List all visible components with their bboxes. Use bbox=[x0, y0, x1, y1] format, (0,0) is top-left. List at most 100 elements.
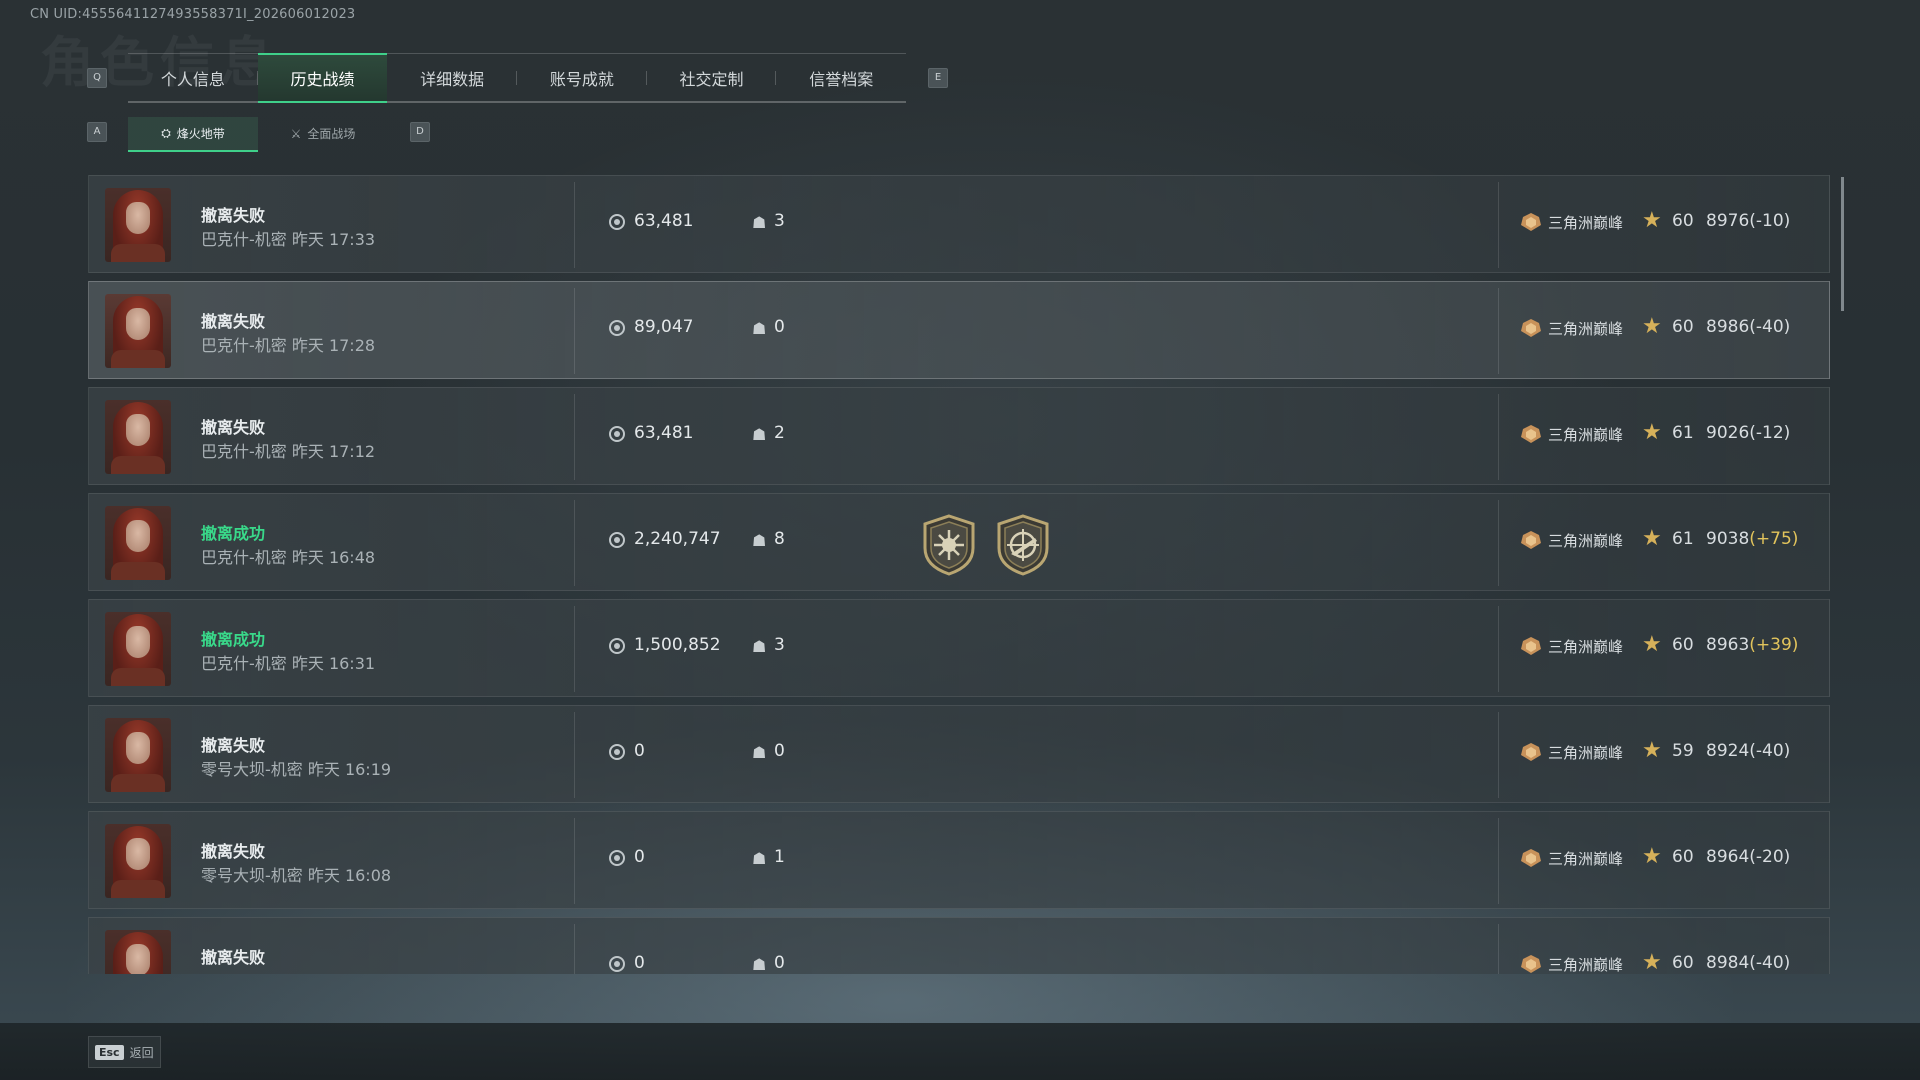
match-row[interactable]: 撤离失败 0 ☗ 0 三角洲巅峰 ★ 60 8984(-40) bbox=[88, 917, 1830, 974]
map-and-time: 巴克什-机密 昨天 17:33 bbox=[201, 230, 376, 249]
match-row[interactable]: 撤离成功 巴克什-机密 昨天 16:48 2,240,747 ☗ 8 三角洲巅峰 ★ 61 90… bbox=[88, 493, 1830, 591]
tab-personal-info[interactable]: 个人信息 bbox=[128, 54, 258, 101]
battlefield-icon: ⚔ bbox=[290, 126, 302, 141]
divider bbox=[574, 606, 575, 692]
loot-value: 0 bbox=[634, 953, 645, 973]
skull-icon: ☗ bbox=[752, 955, 767, 974]
coin-icon bbox=[609, 426, 625, 442]
rank-score: 9038(+75) bbox=[1706, 529, 1798, 549]
score-value: 9026 bbox=[1706, 423, 1750, 443]
divider bbox=[574, 818, 575, 904]
sun-emblem-medal-icon[interactable] bbox=[921, 514, 977, 576]
loot-value: 63,481 bbox=[634, 423, 694, 443]
rank-badge-icon bbox=[1521, 319, 1541, 337]
kill-count: 0 bbox=[774, 953, 785, 973]
star-icon: ★ bbox=[1642, 950, 1662, 974]
back-label: 返回 bbox=[129, 1045, 154, 1060]
key-hint-d[interactable]: D bbox=[410, 122, 430, 142]
tab-match-history[interactable]: 历史战绩 bbox=[257, 53, 388, 103]
tab-detailed-data[interactable]: 详细数据 bbox=[387, 54, 517, 101]
extraction-status: 撤离失败 bbox=[201, 418, 266, 437]
rank-name: 三角洲巅峰 bbox=[1548, 956, 1624, 974]
star-icon: ★ bbox=[1642, 526, 1662, 551]
extraction-status: 撤离失败 bbox=[201, 312, 266, 331]
divider bbox=[574, 712, 575, 798]
rank-score: 8976(-10) bbox=[1706, 211, 1790, 231]
player-level: 61 bbox=[1672, 423, 1694, 443]
kill-count: 3 bbox=[774, 635, 785, 655]
kill-count: 8 bbox=[774, 529, 785, 549]
coin-icon bbox=[609, 744, 625, 760]
divider bbox=[574, 182, 575, 268]
divider bbox=[1498, 606, 1499, 692]
star-icon: ★ bbox=[1642, 844, 1662, 869]
operator-avatar bbox=[105, 718, 171, 792]
loot-value: 1,500,852 bbox=[634, 635, 721, 655]
score-delta: (-10) bbox=[1749, 211, 1791, 231]
divider bbox=[1498, 500, 1499, 586]
map-and-time: 巴克什-机密 昨天 17:28 bbox=[201, 336, 376, 355]
rank-name: 三角洲巅峰 bbox=[1548, 532, 1624, 550]
map-and-time: 巴克什-机密 昨天 16:31 bbox=[201, 654, 376, 673]
kill-count: 0 bbox=[774, 317, 785, 337]
match-row[interactable]: 撤离失败 零号大坝-机密 昨天 16:19 0 ☗ 0 三角洲巅峰 ★ 59 8924(-40) bbox=[88, 705, 1830, 803]
extraction-status: 撤离成功 bbox=[201, 630, 266, 649]
map-and-time: 巴克什-机密 昨天 16:48 bbox=[201, 548, 376, 567]
player-level: 60 bbox=[1672, 211, 1694, 231]
match-row[interactable]: 撤离失败 零号大坝-机密 昨天 16:08 0 ☗ 1 三角洲巅峰 ★ 60 8964(-20) bbox=[88, 811, 1830, 909]
coin-icon bbox=[609, 850, 625, 866]
subtab-hazard-zone[interactable]: ⛭ 烽火地带 bbox=[128, 117, 258, 152]
divider bbox=[1498, 712, 1499, 798]
score-delta: (+39) bbox=[1749, 635, 1799, 655]
score-value: 8984 bbox=[1706, 953, 1750, 973]
player-level: 60 bbox=[1672, 953, 1694, 973]
rank-score: 8924(-40) bbox=[1706, 741, 1790, 761]
rank-badge-icon bbox=[1521, 743, 1541, 761]
loot-value: 0 bbox=[634, 741, 645, 761]
list-scrollbar[interactable] bbox=[1841, 177, 1844, 311]
divider bbox=[574, 394, 575, 480]
tab-achievements[interactable]: 账号成就 bbox=[517, 54, 647, 101]
tab-label: 信誉档案 bbox=[809, 69, 874, 89]
extraction-status: 撤离成功 bbox=[201, 524, 266, 543]
tab-credit-record[interactable]: 信誉档案 bbox=[776, 54, 906, 101]
coin-icon bbox=[609, 638, 625, 654]
tab-social-custom[interactable]: 社交定制 bbox=[647, 54, 777, 101]
extraction-status: 撤离失败 bbox=[201, 206, 266, 225]
match-row[interactable]: 撤离失败 巴克什-机密 昨天 17:33 63,481 ☗ 3 三角洲巅峰 ★ 60 8976(… bbox=[88, 175, 1830, 273]
key-hint-e[interactable]: E bbox=[928, 68, 948, 88]
score-value: 8986 bbox=[1706, 317, 1750, 337]
score-delta: (+75) bbox=[1749, 529, 1799, 549]
tab-label: 详细数据 bbox=[420, 69, 485, 89]
star-icon: ★ bbox=[1642, 632, 1662, 657]
coin-icon bbox=[609, 214, 625, 230]
match-row[interactable]: 撤离失败 巴克什-机密 昨天 17:28 89,047 ☗ 0 三角洲巅峰 ★ 60 8986(… bbox=[88, 281, 1830, 379]
divider bbox=[1498, 818, 1499, 904]
hazard-zone-icon: ⛭ bbox=[161, 126, 171, 140]
divider bbox=[1498, 182, 1499, 268]
operator-avatar bbox=[105, 930, 171, 974]
coin-icon bbox=[609, 956, 625, 972]
key-hint-a[interactable]: A bbox=[87, 122, 107, 142]
score-value: 8964 bbox=[1706, 847, 1750, 867]
back-button[interactable]: Esc 返回 bbox=[88, 1036, 161, 1068]
map-and-time: 零号大坝-机密 昨天 16:19 bbox=[201, 760, 392, 779]
divider bbox=[574, 924, 575, 974]
map-and-time: 巴克什-机密 昨天 17:12 bbox=[201, 442, 376, 461]
skull-icon: ☗ bbox=[752, 637, 767, 656]
subtab-battlefield[interactable]: ⚔ 全面战场 bbox=[258, 117, 388, 150]
match-row[interactable]: 撤离失败 巴克什-机密 昨天 17:12 63,481 ☗ 2 三角洲巅峰 ★ 61 9026(… bbox=[88, 387, 1830, 485]
key-hint-q[interactable]: Q bbox=[87, 68, 107, 88]
score-delta: (-20) bbox=[1749, 847, 1791, 867]
skull-icon: ☗ bbox=[752, 213, 767, 232]
rank-score: 8964(-20) bbox=[1706, 847, 1790, 867]
coin-icon bbox=[609, 320, 625, 336]
match-row[interactable]: 撤离成功 巴克什-机密 昨天 16:31 1,500,852 ☗ 3 三角洲巅峰 ★ 60 89… bbox=[88, 599, 1830, 697]
rank-name: 三角洲巅峰 bbox=[1548, 320, 1624, 338]
crosshair-gun-medal-icon[interactable] bbox=[995, 514, 1051, 576]
loot-value: 89,047 bbox=[634, 317, 694, 337]
rank-score: 9026(-12) bbox=[1706, 423, 1790, 443]
star-icon: ★ bbox=[1642, 314, 1662, 339]
score-delta: (-40) bbox=[1749, 953, 1791, 973]
divider bbox=[574, 288, 575, 374]
